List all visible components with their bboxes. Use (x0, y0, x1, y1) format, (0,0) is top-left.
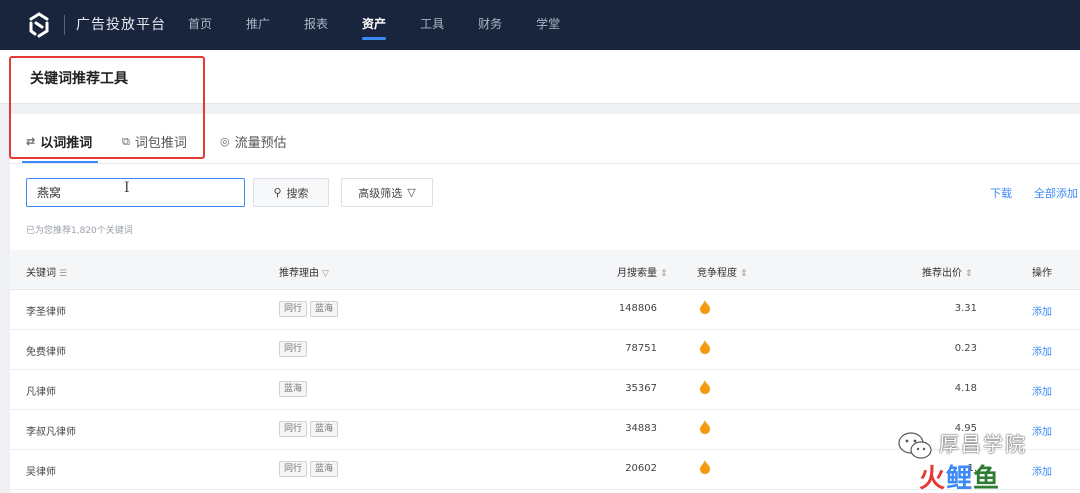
header-label: 竞争程度 (697, 268, 737, 279)
bid-cell: 1. (967, 463, 977, 474)
flame-icon (700, 380, 710, 394)
keyword-cell: 吴律师 (26, 467, 56, 478)
header-label: 月搜索量 (617, 268, 657, 279)
table-header: 关键词 ☰ 推荐理由 ▽ 月搜索量 ⇕ 竞争程度 ⇕ 推荐出价 ⇕ 操作 (10, 250, 1080, 290)
sort-icon: ⇕ (660, 269, 668, 279)
logo-divider (64, 15, 65, 35)
tab-label: 词包推词 (134, 136, 187, 151)
tab-keyword-suggest[interactable]: ⇄ 以词推词 (26, 132, 92, 151)
table-row: 李叔凡律师 同行 蓝海 34883 4.95 添加 (10, 410, 1080, 450)
header-label: 关键词 (26, 268, 56, 279)
keyword-tool-panel: ⇄ 以词推词 ⧉ 词包推词 ◎ 流量预估 I ⚲ 搜索 高级筛选 ▽ 下载 全部… (10, 114, 1080, 493)
keyword-cell: 凡律师 (26, 387, 56, 398)
search-button-label: 搜索 (286, 186, 309, 200)
column-header-keyword[interactable]: 关键词 ☰ (26, 264, 67, 279)
tag-blue-ocean: 蓝海 (310, 421, 339, 437)
nav-item-promotion[interactable]: 推广 (246, 0, 270, 50)
column-header-reason[interactable]: 推荐理由 ▽ (279, 264, 329, 279)
bid-cell: 4.18 (954, 383, 977, 394)
brand-title: 广告投放平台 (76, 17, 166, 33)
search-button[interactable]: ⚲ 搜索 (253, 178, 329, 207)
nav-item-reports[interactable]: 报表 (304, 0, 328, 50)
monthly-search-cell: 148806 (618, 303, 657, 314)
keyword-cell: 免费律师 (26, 347, 66, 358)
flame-icon (700, 420, 710, 434)
nav-menu: 首页 推广 报表 资产 工具 财务 学堂 (188, 0, 594, 50)
nav-item-academy[interactable]: 学堂 (536, 0, 560, 50)
filter-icon: ▽ (407, 186, 416, 199)
nav-item-assets[interactable]: 资产 (362, 0, 387, 50)
column-header-competition[interactable]: 竞争程度 ⇕ (697, 264, 748, 279)
bid-cell: 3.31 (954, 303, 977, 314)
reason-cell: 同行 蓝海 (279, 461, 341, 477)
header-label: 推荐理由 (279, 268, 319, 279)
flame-icon (700, 460, 710, 474)
reason-cell: 同行 蓝海 (279, 421, 341, 437)
nav-item-finance[interactable]: 财务 (478, 0, 502, 50)
tag-peer: 同行 (279, 461, 308, 477)
add-keyword-link[interactable]: 添加 (1032, 383, 1052, 398)
tag-blue-ocean: 蓝海 (310, 301, 339, 317)
tag-peer: 同行 (279, 301, 308, 317)
keyword-icon: ⇄ (26, 135, 36, 148)
top-navigation: 广告投放平台 首页 推广 报表 资产 工具 财务 学堂 (0, 0, 1080, 50)
bid-cell: 0.23 (954, 343, 977, 354)
active-tab-indicator (22, 161, 98, 163)
advanced-filter-button[interactable]: 高级筛选 ▽ (341, 178, 433, 207)
platform-logo-icon[interactable] (24, 10, 54, 40)
download-link[interactable]: 下载 (990, 185, 1012, 201)
keyword-cell: 李圣律师 (26, 307, 66, 318)
header-label: 推荐出价 (922, 268, 962, 279)
tab-label: 流量预估 (234, 136, 287, 151)
table-row: 凡律师 蓝海 35367 4.18 添加 (10, 370, 1080, 410)
monthly-search-cell: 78751 (625, 343, 657, 354)
add-all-link[interactable]: 全部添加 (1034, 185, 1078, 201)
nav-item-home[interactable]: 首页 (188, 0, 212, 50)
keyword-cell: 李叔凡律师 (26, 427, 76, 438)
page-header: 关键词推荐工具 (0, 50, 1080, 104)
search-icon: ⚲ (273, 186, 282, 199)
tab-package-suggest[interactable]: ⧉ 词包推词 (122, 132, 187, 152)
tag-blue-ocean: 蓝海 (279, 381, 308, 397)
column-header-bid[interactable]: 推荐出价 ⇕ (922, 264, 973, 279)
page-title: 关键词推荐工具 (30, 71, 128, 87)
sort-icon: ⇕ (740, 269, 748, 279)
package-icon: ⧉ (122, 134, 130, 148)
tag-peer: 同行 (279, 421, 308, 437)
flame-icon (700, 300, 710, 314)
nav-item-tools[interactable]: 工具 (420, 0, 444, 50)
filter-button-label: 高级筛选 (358, 186, 403, 200)
filter-icon: ▽ (322, 269, 329, 279)
column-header-monthly-search[interactable]: 月搜索量 ⇕ (617, 264, 668, 279)
tag-peer: 同行 (279, 341, 308, 357)
column-header-operation: 操作 (1032, 268, 1052, 279)
add-keyword-link[interactable]: 添加 (1032, 343, 1052, 358)
tab-traffic-estimate[interactable]: ◎ 流量预估 (220, 132, 287, 151)
monthly-search-cell: 34883 (625, 423, 657, 434)
table-row: 吴律师 同行 蓝海 20602 1. 添加 (10, 450, 1080, 490)
monthly-search-cell: 35367 (625, 383, 657, 394)
reason-cell: 同行 蓝海 (279, 301, 341, 317)
add-keyword-link[interactable]: 添加 (1032, 423, 1052, 438)
monthly-search-cell: 20602 (625, 463, 657, 474)
keyword-search-input[interactable] (26, 178, 245, 207)
tab-bar: ⇄ 以词推词 ⧉ 词包推词 ◎ 流量预估 (10, 114, 1080, 164)
tag-blue-ocean: 蓝海 (310, 461, 339, 477)
drop-icon: ◎ (220, 135, 230, 148)
list-sort-icon: ☰ (59, 269, 68, 279)
sort-icon: ⇕ (965, 269, 973, 279)
tab-label: 以词推词 (40, 136, 93, 151)
flame-icon (700, 340, 710, 354)
reason-cell: 同行 (279, 341, 310, 357)
table-row: 免费律师 同行 78751 0.23 添加 (10, 330, 1080, 370)
recommend-count-hint: 已为您推荐1,820个关键词 (26, 226, 133, 236)
bid-cell: 4.95 (954, 423, 977, 434)
reason-cell: 蓝海 (279, 381, 310, 397)
add-keyword-link[interactable]: 添加 (1032, 303, 1052, 318)
add-keyword-link[interactable]: 添加 (1032, 463, 1052, 478)
table-row: 李圣律师 同行 蓝海 148806 3.31 添加 (10, 290, 1080, 330)
